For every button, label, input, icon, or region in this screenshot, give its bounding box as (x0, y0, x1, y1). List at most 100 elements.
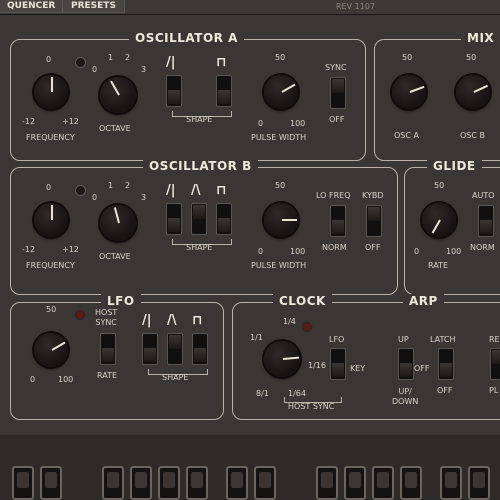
lfo-led-indicator (76, 311, 84, 319)
pw-b-max: 100 (290, 247, 306, 256)
mix-osc-a-label: OSC A (394, 131, 419, 140)
triangle-wave-icon: /\ (191, 183, 201, 198)
sawtooth-wave-icon: /| (142, 313, 152, 328)
octave-a-label: OCTAVE (99, 124, 131, 133)
pulse-wave-icon: ⊓ (216, 183, 227, 198)
arp-title: ARP (403, 294, 444, 310)
step-button[interactable] (316, 466, 338, 500)
pulse-width-b-knob[interactable] (259, 198, 303, 242)
lfo-triangle-switch[interactable] (167, 333, 183, 365)
arp-mode-off-label: OFF (414, 364, 430, 373)
arp-latch-switch[interactable] (438, 348, 454, 380)
octave-b-mark-1: 1 (108, 181, 114, 190)
pw-a-top: 50 (275, 53, 286, 62)
freq-a-max: +12 (62, 117, 79, 126)
frequency-a-knob[interactable] (29, 70, 73, 114)
pw-a-max: 100 (290, 119, 306, 128)
lfo-pulse-switch[interactable] (192, 333, 208, 365)
step-button[interactable] (468, 466, 490, 500)
step-button[interactable] (254, 466, 276, 500)
screw-icon (75, 185, 86, 196)
freq-b-min: -12 (22, 245, 36, 254)
mix-osc-b-top: 50 (466, 53, 477, 62)
oscillator-a-title: OSCILLATOR A (129, 31, 244, 47)
clock-mark-sixteenth: 1/16 (308, 361, 326, 370)
freq-a-min: -12 (22, 117, 36, 126)
step-button[interactable] (130, 466, 152, 500)
step-button[interactable] (186, 466, 208, 500)
step-button[interactable] (226, 466, 248, 500)
shape-b-triangle-switch[interactable] (191, 203, 207, 235)
top-bar: QUENCER PRESETS REV 1107 (0, 0, 500, 15)
clock-led-indicator (303, 323, 311, 331)
clock-mark-quarter: 1/4 (283, 317, 296, 326)
mix-title: MIX (461, 31, 500, 47)
arp-mode-switch[interactable] (398, 348, 414, 380)
glide-title: GLIDE (427, 159, 482, 175)
sync-switch[interactable] (330, 77, 346, 109)
octave-b-mark-0: 0 (92, 193, 98, 202)
mix-osc-a-top: 50 (402, 53, 413, 62)
step-button[interactable] (12, 466, 34, 500)
sawtooth-wave-icon: /| (166, 183, 176, 198)
shape-a-saw-switch[interactable] (166, 75, 182, 107)
arp-play-label: PL (489, 386, 499, 395)
shape-a-label: SHAPE (186, 115, 213, 124)
glide-rate-min: 0 (414, 247, 420, 256)
lfo-shape-label: SHAPE (162, 373, 189, 382)
step-button[interactable] (40, 466, 62, 500)
octave-b-knob[interactable] (95, 200, 141, 246)
shape-a-pulse-switch[interactable] (216, 75, 232, 107)
pw-b-min: 0 (258, 247, 264, 256)
sync-off-label: OFF (329, 115, 345, 124)
glide-rate-knob[interactable] (417, 198, 461, 242)
arp-up-label: UP (398, 335, 409, 344)
step-button[interactable] (344, 466, 366, 500)
screw-icon (75, 57, 86, 68)
sawtooth-wave-icon: /| (166, 55, 176, 70)
freq-a-top: 0 (46, 55, 52, 64)
step-button[interactable] (102, 466, 124, 500)
sequencer-step-row (0, 436, 500, 500)
lfo-rate-knob[interactable] (29, 328, 73, 372)
frequency-b-label: FREQUENCY (26, 261, 75, 270)
mix-osc-b-knob[interactable] (451, 70, 495, 114)
pulse-width-a-label: PULSE WIDTH (251, 133, 307, 142)
glide-auto-switch[interactable] (478, 205, 494, 237)
mix-osc-a-knob[interactable] (387, 70, 431, 114)
octave-a-mark-1: 1 (108, 53, 114, 62)
sync-label: SYNC (325, 63, 347, 72)
step-button[interactable] (400, 466, 422, 500)
step-button[interactable] (372, 466, 394, 500)
octave-a-knob[interactable] (95, 72, 141, 118)
shape-b-saw-switch[interactable] (166, 203, 182, 235)
clock-title: CLOCK (273, 294, 332, 310)
freq-b-max: +12 (62, 245, 79, 254)
shape-b-pulse-switch[interactable] (216, 203, 232, 235)
clock-source-switch[interactable] (330, 348, 346, 380)
clock-mark-whole: 1/1 (250, 333, 263, 342)
arp-range-label: RE (489, 335, 500, 344)
pulse-width-a-knob[interactable] (259, 70, 303, 114)
lo-freq-label: LO FREQ (316, 191, 351, 200)
pulse-width-b-label: PULSE WIDTH (251, 261, 307, 270)
lfo-host-sync-switch[interactable] (100, 333, 116, 365)
clock-host-sync-label: HOST SYNC (288, 402, 335, 411)
frequency-b-knob[interactable] (29, 198, 73, 242)
octave-b-mark-2: 2 (125, 181, 131, 190)
lo-freq-switch[interactable] (330, 205, 346, 237)
tab-presets[interactable]: PRESETS (62, 0, 125, 13)
step-button[interactable] (440, 466, 462, 500)
arp-latch-label: LATCH (430, 335, 456, 344)
kybd-switch[interactable] (366, 205, 382, 237)
clock-rate-knob[interactable] (259, 336, 305, 382)
arp-range-switch[interactable] (490, 348, 500, 380)
tab-sequencer[interactable]: QUENCER (0, 0, 65, 13)
clock-mark-eight: 8/1 (256, 389, 269, 398)
pulse-wave-icon: ⊓ (192, 313, 203, 328)
revision-label: REV 1107 (336, 2, 375, 11)
octave-a-mark-3: 3 (141, 65, 147, 74)
step-button[interactable] (158, 466, 180, 500)
lfo-rate-min: 0 (30, 375, 36, 384)
lfo-saw-switch[interactable] (142, 333, 158, 365)
